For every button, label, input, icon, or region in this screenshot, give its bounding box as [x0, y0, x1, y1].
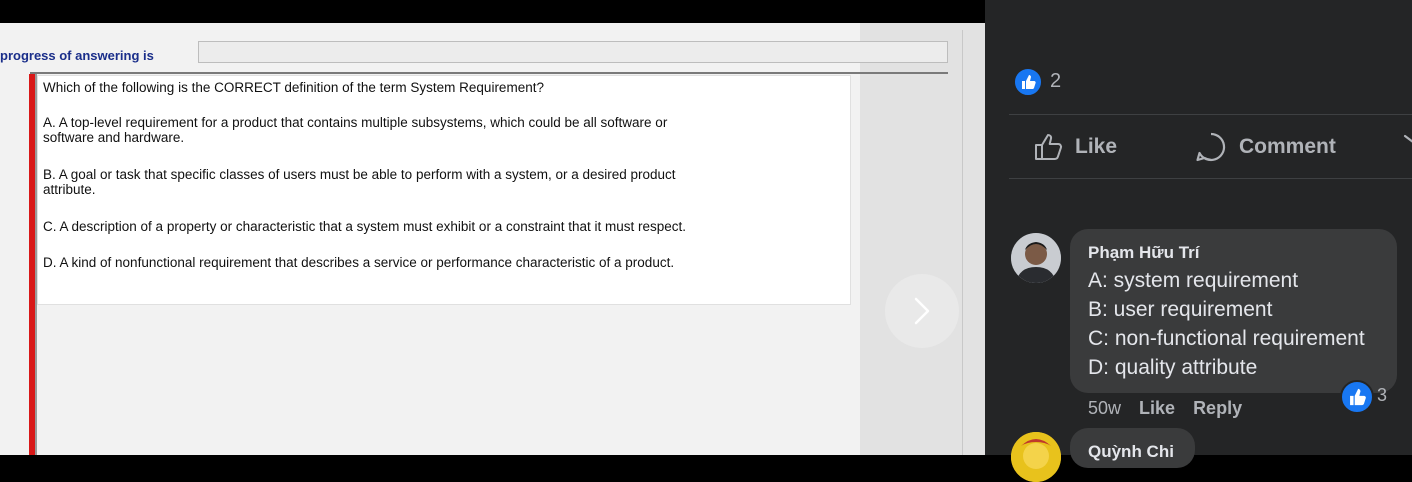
comment-like-link[interactable]: Like: [1139, 398, 1175, 419]
comment-bubble: Quỳnh Chi: [1070, 428, 1195, 468]
question-panel: Which of the following is the CORRECT de…: [37, 75, 851, 305]
like-reaction-icon[interactable]: [1013, 67, 1043, 97]
comment-line: B: user requirement: [1088, 298, 1273, 321]
quiz-window: progress of answering is Which of the fo…: [0, 0, 985, 455]
comment-button[interactable]: Comment: [1195, 130, 1336, 164]
comment-reply-link[interactable]: Reply: [1193, 398, 1242, 419]
progress-bar: [198, 41, 948, 63]
actions-divider-bottom: [1009, 178, 1412, 179]
avatar[interactable]: [1011, 233, 1061, 283]
like-button[interactable]: Like: [1033, 130, 1117, 164]
comment-bubble: Phạm Hữu Trí A: system requirement B: us…: [1070, 229, 1397, 393]
option-b-line2[interactable]: attribute.: [43, 183, 96, 197]
window-top-bar: [0, 0, 985, 23]
reaction-count[interactable]: 2: [1050, 70, 1061, 93]
thumbs-up-icon: [1035, 134, 1063, 160]
quiz-side-strip: [860, 23, 985, 455]
next-photo-button[interactable]: [885, 274, 959, 348]
quiz-side-divider: [962, 30, 963, 455]
comments-panel: 2 Like Comment Phạm Hữu Trí A: system re…: [985, 0, 1412, 482]
comment-author[interactable]: Phạm Hữu Trí: [1088, 243, 1200, 263]
option-d-line1[interactable]: D. A kind of nonfunctional requirement t…: [43, 256, 674, 270]
option-c-line1[interactable]: C. A description of a property or charac…: [43, 220, 686, 234]
share-icon[interactable]: [1403, 132, 1412, 152]
header-divider: [30, 72, 948, 74]
comment-bubble-icon: [1196, 132, 1226, 162]
comment-button-label: Comment: [1239, 135, 1336, 158]
progress-label: progress of answering is: [0, 48, 154, 63]
comment-line: D: quality attribute: [1088, 356, 1258, 379]
like-button-label: Like: [1075, 135, 1118, 158]
actions-divider-top: [1009, 114, 1412, 115]
comment-line: A: system requirement: [1088, 269, 1299, 292]
comment-meta: 50w Like Reply: [1088, 398, 1242, 419]
comment-author[interactable]: Quỳnh Chi: [1088, 442, 1174, 462]
comment-age[interactable]: 50w: [1088, 398, 1121, 419]
option-a-line1[interactable]: A. A top-level requirement for a product…: [43, 116, 667, 130]
option-a-line2[interactable]: software and hardware.: [43, 131, 184, 145]
question-text: Which of the following is the CORRECT de…: [43, 80, 544, 95]
chevron-right-icon: [914, 297, 930, 325]
comment-reaction-count[interactable]: 3: [1377, 385, 1387, 406]
avatar[interactable]: [1011, 432, 1061, 482]
comment-like-reaction-icon[interactable]: [1340, 380, 1374, 414]
comment-line: C: non-functional requirement: [1088, 327, 1365, 350]
option-b-line1[interactable]: B. A goal or task that specific classes …: [43, 168, 676, 182]
